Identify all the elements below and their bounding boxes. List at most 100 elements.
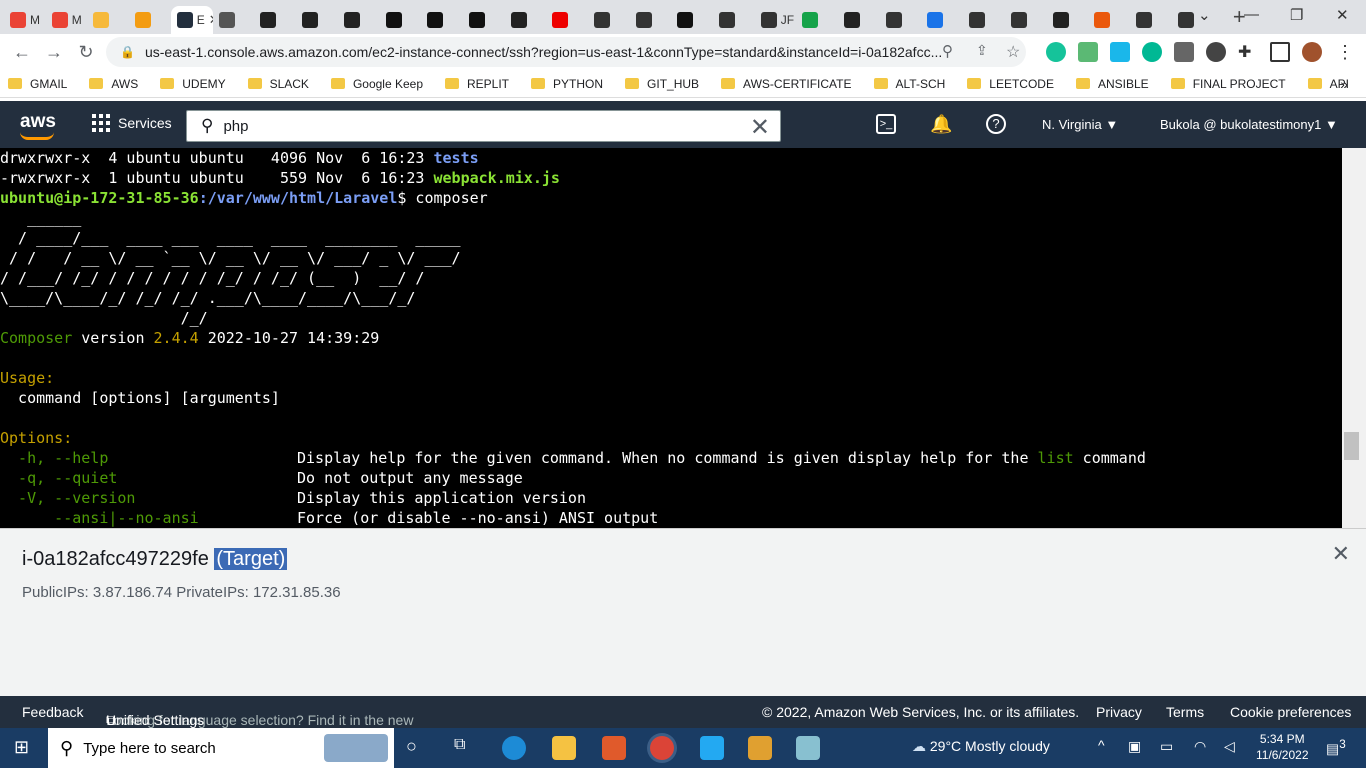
bookmark-folder[interactable]: REPLIT [445, 77, 509, 91]
bookmark-folder[interactable]: FINAL PROJECT [1170, 77, 1286, 91]
browser-tab[interactable]: JF [755, 6, 797, 34]
privacy-link[interactable]: Privacy [1096, 704, 1142, 720]
unified-settings-link[interactable]: Unified Settings [106, 712, 204, 728]
bookmark-folder[interactable]: PYTHON [531, 77, 603, 91]
clock[interactable]: 5:34 PM 11/6/2022 [1256, 731, 1309, 763]
windows-start-icon[interactable]: ⊞ [14, 737, 29, 758]
profile-avatar[interactable] [1302, 42, 1322, 62]
url-field[interactable]: 🔒 us-east-1.console.aws.amazon.com/ec2-i… [106, 37, 1026, 67]
bookmarks-more[interactable]: » [1340, 76, 1348, 92]
browser-tab[interactable] [1005, 6, 1047, 34]
browser-tab[interactable] [213, 6, 255, 34]
tab-search-icon[interactable]: ⌄ [1198, 6, 1211, 24]
chrome-icon[interactable] [650, 736, 674, 760]
bookmark-folder[interactable]: AWS [89, 77, 138, 91]
wifi-icon[interactable]: ◠ [1194, 738, 1206, 755]
browser-tab[interactable] [505, 6, 547, 34]
bookmark-folder[interactable]: UDEMY [160, 77, 226, 91]
browser-tab[interactable]: M [4, 6, 46, 34]
bookmark-folder[interactable]: AWS-CERTIFICATE [721, 77, 852, 91]
puzzle-icon[interactable]: ✚ [1238, 42, 1258, 62]
grammarly-icon[interactable] [1046, 42, 1066, 62]
browser-tab[interactable] [588, 6, 630, 34]
aws-search-input[interactable]: ⚲ php ✕ [186, 110, 781, 142]
notification-icon[interactable]: ▤3 [1326, 738, 1346, 758]
terminal-scrollbar[interactable] [1342, 148, 1366, 528]
weather-widget[interactable]: ☁ 29°C Mostly cloudy [912, 738, 1050, 755]
menu-icon[interactable]: ⋮ [1336, 42, 1356, 62]
browser-tab[interactable] [713, 6, 755, 34]
browser-tab[interactable] [880, 6, 922, 34]
services-menu[interactable]: Services [92, 114, 172, 132]
browser-tab[interactable] [796, 6, 838, 34]
terms-link[interactable]: Terms [1166, 704, 1204, 720]
restore-icon[interactable]: ❐ [1290, 6, 1303, 24]
region-selector[interactable]: N. Virginia ▼ [1042, 117, 1118, 132]
bookmark-star-icon[interactable]: ☆ [1006, 42, 1026, 62]
account-menu[interactable]: Bukola @ bukolatestimony1 ▼ [1160, 117, 1338, 132]
taskbar-search[interactable]: ⚲ Type here to search [48, 728, 394, 768]
browser-tab[interactable] [421, 6, 463, 34]
browser-tab[interactable] [380, 6, 422, 34]
browser-tab[interactable] [254, 6, 296, 34]
clear-search-icon[interactable]: ✕ [750, 113, 770, 142]
extension-m-icon[interactable] [1142, 42, 1162, 62]
ssh-terminal[interactable]: drwxrwxr-x 4 ubuntu ubuntu 4096 Nov 6 16… [0, 148, 1342, 528]
bookmark-folder[interactable]: ALT-SCH [873, 77, 945, 91]
notepad-icon[interactable] [796, 736, 820, 760]
browser-tab[interactable] [838, 6, 880, 34]
cloudshell-icon[interactable]: >_ [876, 114, 896, 134]
browser-tab[interactable] [921, 6, 963, 34]
paint-icon[interactable] [602, 736, 626, 760]
extension-icon[interactable] [1174, 42, 1194, 62]
bookmark-folder[interactable]: SLACK [247, 77, 309, 91]
browser-tab[interactable] [963, 6, 1005, 34]
spy-icon[interactable] [1206, 42, 1226, 62]
browser-tab[interactable] [630, 6, 672, 34]
file-explorer-icon[interactable] [552, 736, 576, 760]
reload-icon[interactable]: ↻ [70, 42, 102, 63]
chevron-up-icon[interactable]: ^ [1098, 737, 1105, 753]
vimeo-icon[interactable] [1110, 42, 1130, 62]
cookie-preferences-link[interactable]: Cookie preferences [1230, 704, 1351, 720]
sidepanel-icon[interactable] [1270, 42, 1290, 62]
vscode-icon[interactable] [700, 736, 724, 760]
meet-icon[interactable]: ▣ [1128, 738, 1141, 755]
bookmark-folder[interactable]: GMAIL [8, 77, 67, 91]
scrollbar-thumb[interactable] [1344, 432, 1359, 460]
help-icon[interactable]: ? [986, 114, 1006, 134]
close-icon[interactable]: ✕ [1332, 541, 1350, 567]
extension-icon[interactable] [1078, 42, 1098, 62]
battery-icon[interactable]: ▭ [1160, 738, 1173, 755]
bookmark-folder[interactable]: ANSIBLE [1075, 77, 1149, 91]
browser-tab[interactable] [87, 6, 129, 34]
browser-tab[interactable] [463, 6, 505, 34]
zoom-icon[interactable]: ⚲ [942, 42, 962, 62]
browser-tab[interactable] [1047, 6, 1089, 34]
task-view-icon[interactable]: ⧉ [454, 736, 465, 754]
share-icon[interactable]: ⇪ [976, 42, 996, 62]
volume-icon[interactable]: ◁ [1224, 738, 1235, 755]
browser-tab[interactable] [1088, 6, 1130, 34]
browser-tab[interactable] [1130, 6, 1172, 34]
feedback-link[interactable]: Feedback [22, 704, 83, 720]
close-window-icon[interactable]: ✕ [1336, 6, 1349, 24]
cortana-icon[interactable]: ○ [406, 736, 417, 757]
browser-tab-active[interactable]: E✕ [170, 6, 213, 34]
bookmark-folder[interactable]: Google Keep [330, 77, 423, 91]
aws-logo[interactable]: aws [20, 111, 56, 140]
forward-icon[interactable]: → [38, 42, 70, 63]
edge-icon[interactable] [502, 736, 526, 760]
browser-tab[interactable] [296, 6, 338, 34]
bell-icon[interactable]: 🔔 [930, 114, 952, 135]
bookmark-folder[interactable]: LEETCODE [967, 77, 1054, 91]
browser-tab[interactable] [546, 6, 588, 34]
browser-tab[interactable] [671, 6, 713, 34]
browser-tab[interactable]: M [46, 6, 88, 34]
browser-tab[interactable] [129, 6, 171, 34]
bookmark-folder[interactable]: GIT_HUB [625, 77, 699, 91]
minimize-icon[interactable]: — [1244, 6, 1259, 23]
browser-tab[interactable] [338, 6, 380, 34]
git-icon[interactable] [748, 736, 772, 760]
back-icon[interactable]: ← [6, 42, 38, 63]
